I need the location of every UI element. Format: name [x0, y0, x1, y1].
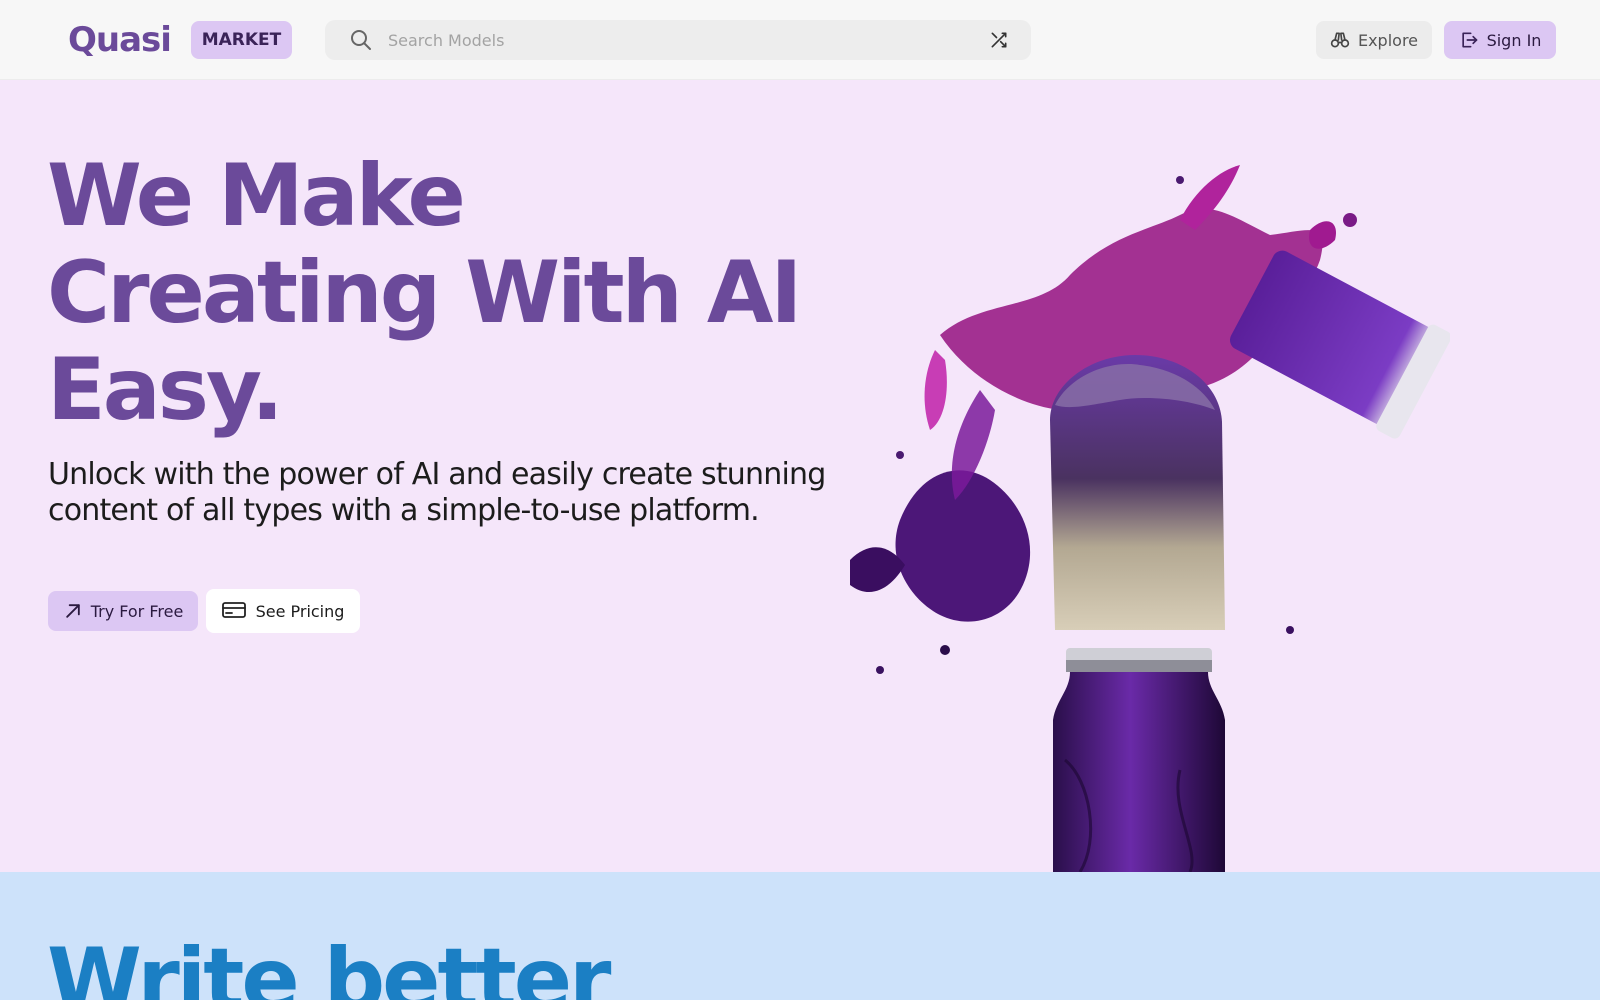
sign-in-button[interactable]: Sign In — [1444, 21, 1556, 59]
market-badge[interactable]: MARKET — [191, 21, 292, 59]
search-icon — [351, 30, 371, 50]
hero-title-line: We Make — [47, 146, 466, 246]
hero-title-line: Easy. — [47, 340, 284, 440]
binoculars-icon — [1330, 32, 1350, 48]
hero-subtitle: Unlock with the power of AI and easily c… — [48, 457, 826, 528]
features-section: Write better — [0, 872, 1600, 1000]
see-pricing-label: See Pricing — [255, 601, 345, 621]
section-title: Write better — [47, 930, 611, 1000]
paint-brush-splash-illustration — [850, 165, 1450, 872]
hero-title-line: Creating With AI — [47, 243, 802, 343]
explore-button[interactable]: Explore — [1316, 21, 1432, 59]
shuffle-icon[interactable] — [989, 30, 1009, 50]
explore-label: Explore — [1357, 30, 1419, 50]
hero-title: We Make Creating With AI Easy. — [47, 148, 867, 439]
logo[interactable]: Quasi — [68, 20, 172, 60]
sign-in-icon — [1461, 32, 1477, 48]
search-bar[interactable] — [325, 20, 1031, 60]
search-input[interactable] — [388, 20, 948, 60]
arrow-up-right-icon — [65, 604, 80, 618]
try-for-free-label: Try For Free — [90, 601, 184, 621]
top-navbar: Quasi MARKET Explore S — [0, 0, 1600, 80]
upright-brush — [1050, 355, 1225, 872]
sign-in-label: Sign In — [1486, 30, 1542, 50]
credit-card-icon — [221, 602, 246, 618]
try-for-free-button[interactable]: Try For Free — [48, 591, 198, 631]
see-pricing-button[interactable]: See Pricing — [206, 589, 360, 633]
